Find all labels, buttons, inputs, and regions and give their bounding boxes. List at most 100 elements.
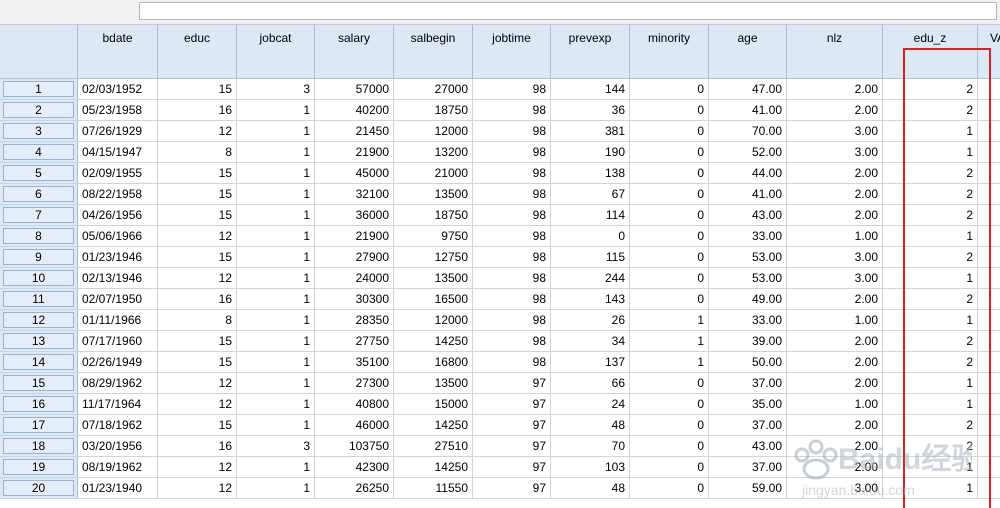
cell-jobcat[interactable]: 1 (237, 184, 315, 205)
cell-salbegin[interactable]: 14250 (394, 415, 473, 436)
cell-edu-z[interactable]: 1 (883, 142, 978, 163)
row-header[interactable]: 3 (0, 121, 78, 142)
cell-salbegin[interactable]: 16500 (394, 289, 473, 310)
cell-var-empty[interactable] (978, 121, 1000, 142)
cell-var-empty[interactable] (978, 184, 1000, 205)
cell-educ[interactable]: 15 (158, 247, 237, 268)
cell-nlz[interactable]: 1.00 (787, 310, 883, 331)
cell-salary[interactable]: 30300 (315, 289, 394, 310)
cell-nlz[interactable]: 2.00 (787, 436, 883, 457)
cell-minority[interactable]: 0 (630, 373, 709, 394)
column-header-edu-z[interactable]: edu_z (883, 25, 978, 79)
cell-educ[interactable]: 15 (158, 352, 237, 373)
cell-bdate[interactable]: 02/07/1950 (78, 289, 158, 310)
cell-educ[interactable]: 12 (158, 226, 237, 247)
column-header-bdate[interactable]: bdate (78, 25, 158, 79)
cell-minority[interactable]: 0 (630, 268, 709, 289)
cell-salary[interactable]: 27900 (315, 247, 394, 268)
cell-edu-z[interactable]: 1 (883, 457, 978, 478)
cell-age[interactable]: 41.00 (709, 100, 787, 121)
cell-prevexp[interactable]: 143 (551, 289, 630, 310)
cell-salbegin[interactable]: 12000 (394, 121, 473, 142)
cell-prevexp[interactable]: 190 (551, 142, 630, 163)
cell-jobtime[interactable]: 97 (473, 436, 551, 457)
cell-jobcat[interactable]: 1 (237, 457, 315, 478)
cell-minority[interactable]: 0 (630, 478, 709, 499)
cell-jobcat[interactable]: 1 (237, 373, 315, 394)
cell-bdate[interactable]: 08/19/1962 (78, 457, 158, 478)
cell-jobcat[interactable]: 1 (237, 394, 315, 415)
cell-age[interactable]: 33.00 (709, 226, 787, 247)
row-header[interactable]: 12 (0, 310, 78, 331)
cell-var-empty[interactable] (978, 79, 1000, 100)
cell-bdate[interactable]: 01/23/1940 (78, 478, 158, 499)
cell-age[interactable]: 37.00 (709, 457, 787, 478)
cell-jobtime[interactable]: 98 (473, 352, 551, 373)
cell-salbegin[interactable]: 13500 (394, 268, 473, 289)
cell-jobcat[interactable]: 1 (237, 478, 315, 499)
cell-minority[interactable]: 0 (630, 247, 709, 268)
cell-bdate[interactable]: 02/13/1946 (78, 268, 158, 289)
row-header[interactable]: 19 (0, 457, 78, 478)
cell-salbegin[interactable]: 14250 (394, 457, 473, 478)
cell-bdate[interactable]: 07/17/1960 (78, 331, 158, 352)
cell-jobcat[interactable]: 1 (237, 226, 315, 247)
cell-age[interactable]: 50.00 (709, 352, 787, 373)
cell-educ[interactable]: 12 (158, 394, 237, 415)
cell-minority[interactable]: 1 (630, 310, 709, 331)
cell-educ[interactable]: 16 (158, 436, 237, 457)
cell-jobcat[interactable]: 1 (237, 352, 315, 373)
cell-edu-z[interactable]: 2 (883, 100, 978, 121)
cell-jobtime[interactable]: 98 (473, 268, 551, 289)
cell-nlz[interactable]: 3.00 (787, 268, 883, 289)
column-header-jobcat[interactable]: jobcat (237, 25, 315, 79)
cell-nlz[interactable]: 2.00 (787, 457, 883, 478)
cell-nlz[interactable]: 2.00 (787, 352, 883, 373)
cell-prevexp[interactable]: 34 (551, 331, 630, 352)
column-header-prevexp[interactable]: prevexp (551, 25, 630, 79)
cell-edu-z[interactable]: 2 (883, 436, 978, 457)
cell-salbegin[interactable]: 13500 (394, 373, 473, 394)
cell-prevexp[interactable]: 381 (551, 121, 630, 142)
cell-jobtime[interactable]: 98 (473, 79, 551, 100)
column-header-salary[interactable]: salary (315, 25, 394, 79)
cell-salary[interactable]: 45000 (315, 163, 394, 184)
cell-prevexp[interactable]: 67 (551, 184, 630, 205)
cell-var-empty[interactable] (978, 331, 1000, 352)
cell-prevexp[interactable]: 137 (551, 352, 630, 373)
cell-var-empty[interactable] (978, 310, 1000, 331)
cell-nlz[interactable]: 3.00 (787, 478, 883, 499)
cell-edu-z[interactable]: 2 (883, 247, 978, 268)
cell-age[interactable]: 39.00 (709, 331, 787, 352)
cell-prevexp[interactable]: 103 (551, 457, 630, 478)
cell-edu-z[interactable]: 1 (883, 121, 978, 142)
cell-salary[interactable]: 21900 (315, 142, 394, 163)
cell-salary[interactable]: 42300 (315, 457, 394, 478)
cell-nlz[interactable]: 3.00 (787, 121, 883, 142)
cell-age[interactable]: 35.00 (709, 394, 787, 415)
cell-nlz[interactable]: 1.00 (787, 394, 883, 415)
cell-var-empty[interactable] (978, 373, 1000, 394)
cell-educ[interactable]: 12 (158, 478, 237, 499)
cell-jobcat[interactable]: 3 (237, 79, 315, 100)
cell-bdate[interactable]: 03/20/1956 (78, 436, 158, 457)
cell-var-empty[interactable] (978, 100, 1000, 121)
data-grid[interactable]: bdate educ jobcat salary salbegin jobtime prev… (0, 25, 1000, 508)
cell-salary[interactable]: 21450 (315, 121, 394, 142)
cell-educ[interactable]: 15 (158, 415, 237, 436)
cell-salary[interactable]: 46000 (315, 415, 394, 436)
cell-jobtime[interactable]: 97 (473, 457, 551, 478)
cell-salbegin[interactable]: 18750 (394, 100, 473, 121)
cell-salbegin[interactable]: 13200 (394, 142, 473, 163)
cell-var-empty[interactable] (978, 394, 1000, 415)
cell-bdate[interactable]: 05/23/1958 (78, 100, 158, 121)
row-header[interactable]: 9 (0, 247, 78, 268)
cell-jobtime[interactable]: 98 (473, 163, 551, 184)
cell-educ[interactable]: 15 (158, 331, 237, 352)
cell-edu-z[interactable]: 2 (883, 289, 978, 310)
cell-age[interactable]: 43.00 (709, 205, 787, 226)
cell-bdate[interactable]: 08/29/1962 (78, 373, 158, 394)
cell-jobtime[interactable]: 98 (473, 310, 551, 331)
cell-age[interactable]: 37.00 (709, 415, 787, 436)
cell-nlz[interactable]: 2.00 (787, 163, 883, 184)
